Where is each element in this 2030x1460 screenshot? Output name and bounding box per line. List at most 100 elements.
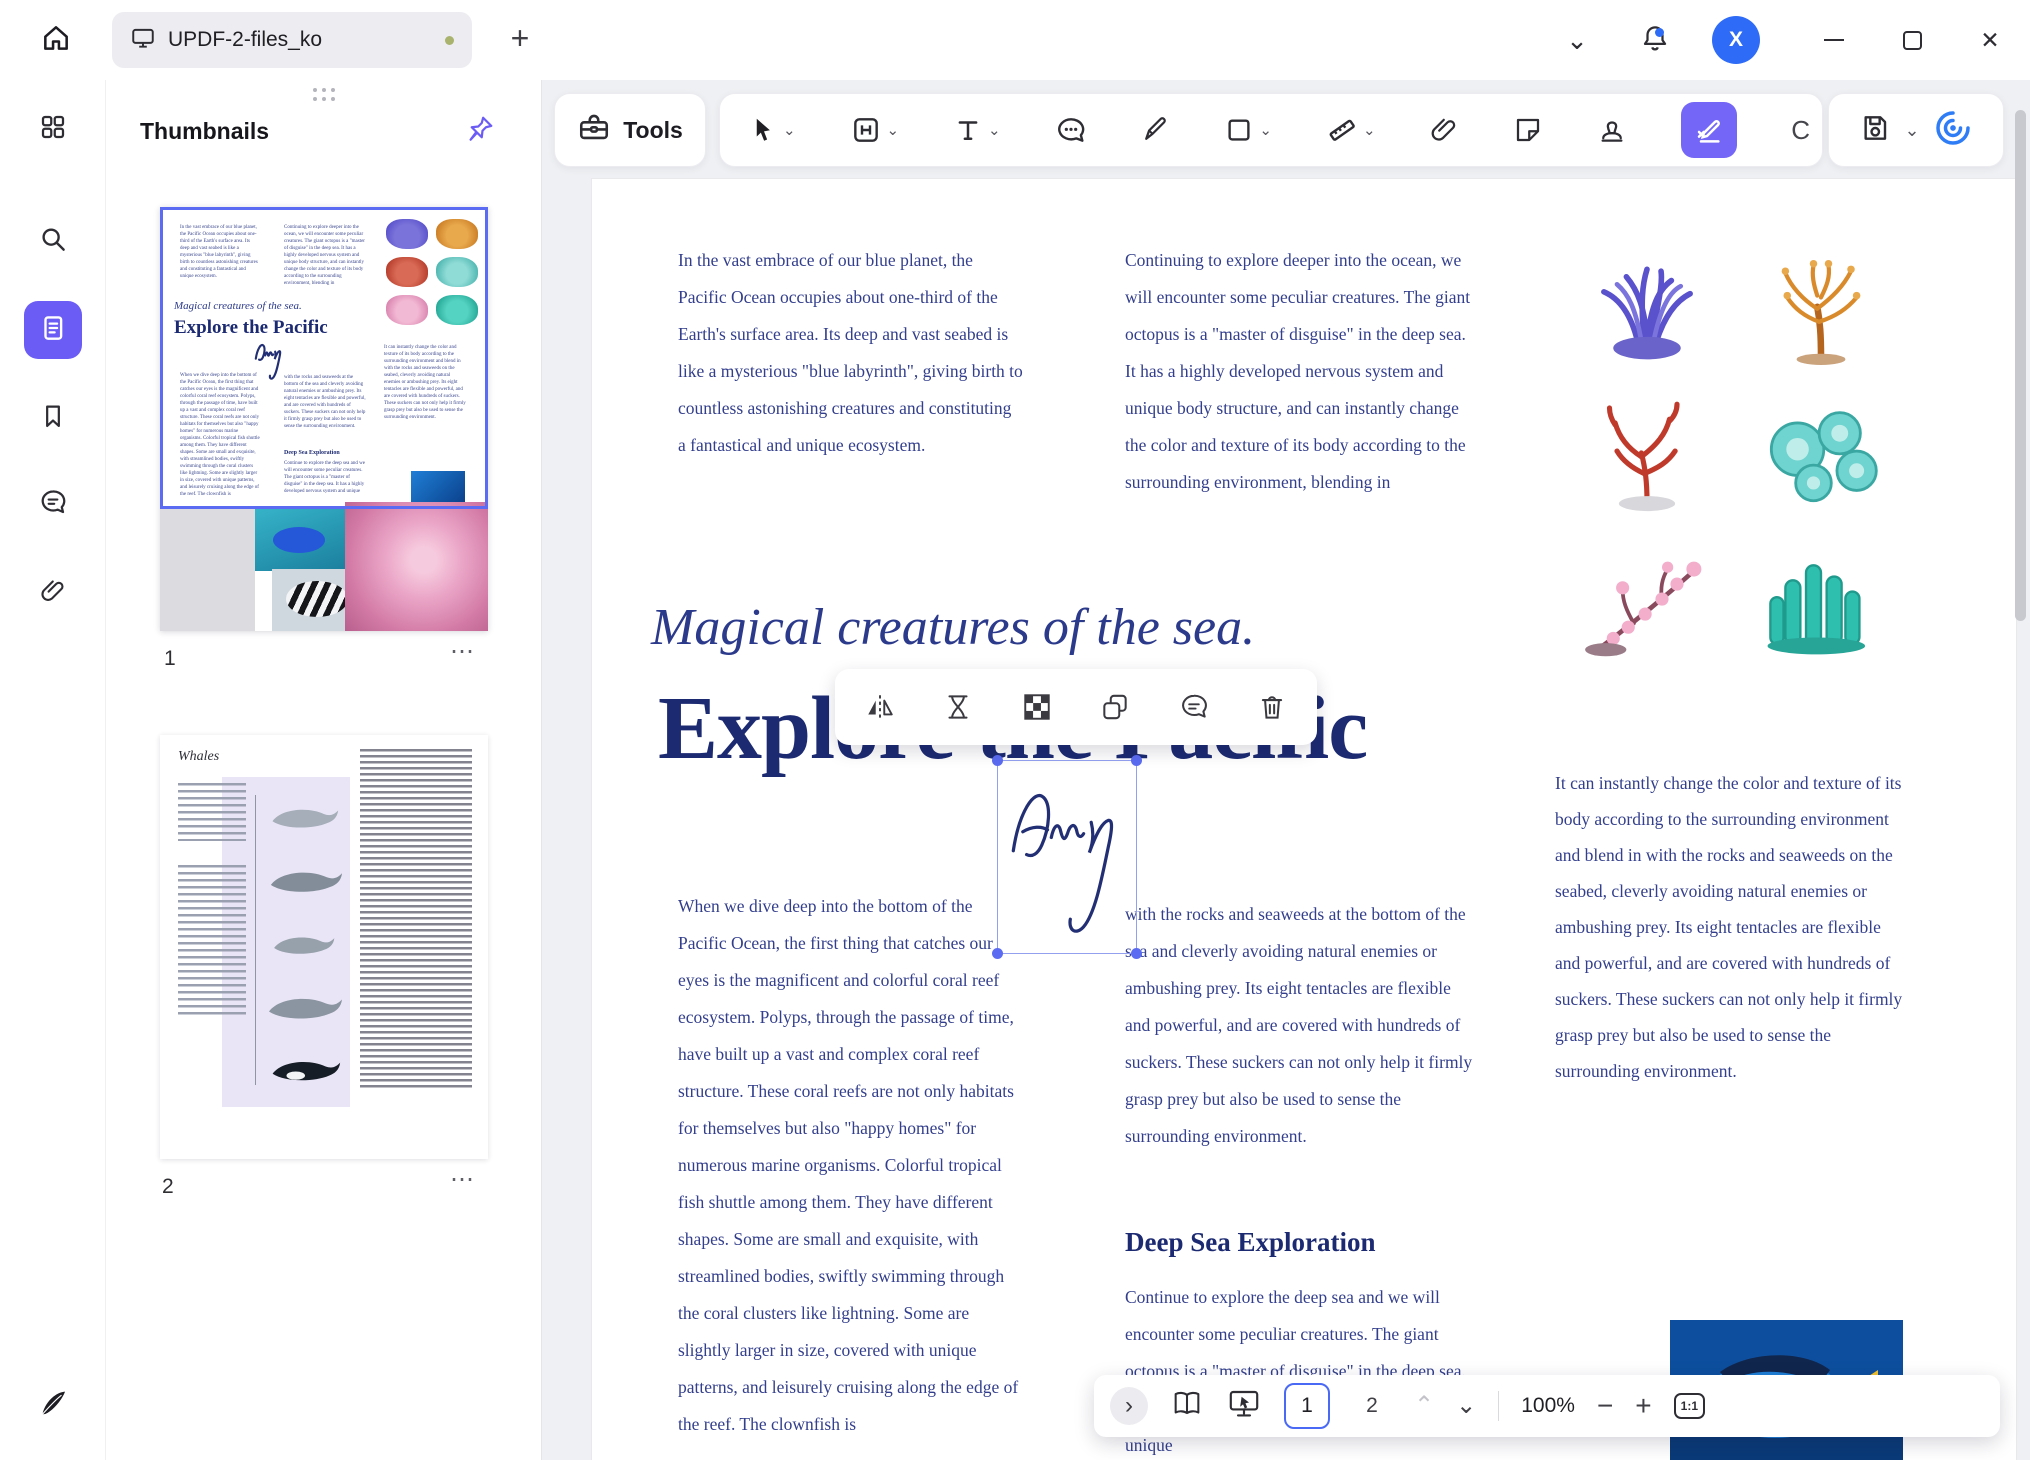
comment-button[interactable]: [1177, 690, 1211, 724]
titlebar: UPDF-2-files_ko + ⌄ X ✕: [0, 0, 2030, 80]
book-view-button[interactable]: [1170, 1387, 1204, 1426]
apps-grid-icon: [38, 112, 68, 147]
save-button[interactable]: [1859, 112, 1891, 149]
search-icon: [38, 224, 68, 259]
shape-tool[interactable]: ⌄: [1224, 115, 1272, 145]
pointer-tool[interactable]: ⌄: [748, 115, 796, 145]
text-tool[interactable]: ⌄: [953, 115, 1001, 145]
chevron-down-icon[interactable]: ⌄: [887, 123, 900, 138]
mini-korean-text-lines: [360, 749, 472, 1089]
home-button[interactable]: [30, 14, 82, 66]
maximize-button[interactable]: [1890, 18, 1934, 62]
zoom-level[interactable]: 100%: [1521, 1394, 1575, 1418]
coral-photo-teal-plates: [1741, 382, 1901, 522]
presentation-button[interactable]: [1226, 1386, 1262, 1427]
mini-timeline: [255, 795, 256, 1085]
titlebar-chevron-button[interactable]: ⌄: [1555, 18, 1599, 62]
distribute-button[interactable]: [941, 690, 975, 724]
thumbnail-viewport-indicator[interactable]: [160, 207, 488, 509]
next-page-button[interactable]: 2: [1352, 1383, 1392, 1429]
paperclip-icon: [39, 577, 67, 610]
mini-text-lines: [178, 783, 246, 841]
app-window: UPDF-2-files_ko + ⌄ X ✕: [0, 0, 2030, 1460]
paragraph-2: Continuing to explore deeper into the oc…: [1125, 242, 1480, 501]
sidebar-item-apps[interactable]: [24, 100, 82, 158]
chevron-right-icon: ›: [1125, 1394, 1133, 1418]
page-2-label: 2: [162, 1175, 174, 1199]
zoom-in-button[interactable]: +: [1635, 1392, 1651, 1420]
page-1-menu-button[interactable]: ⋯: [450, 640, 476, 664]
sidebar-item-comments[interactable]: [24, 475, 82, 533]
close-icon: ✕: [1980, 29, 1999, 52]
delete-button[interactable]: [1255, 690, 1289, 724]
minimize-icon: [1824, 39, 1844, 41]
panel-drag-handle[interactable]: [313, 88, 335, 101]
coral-image-grid: [1567, 234, 1901, 670]
page-2-thumbnail[interactable]: Whales: [160, 735, 488, 1159]
bell-icon: [1640, 23, 1670, 58]
crop-tool-partial[interactable]: C: [1791, 115, 1810, 146]
save-options-chevron[interactable]: ⌄: [1904, 121, 1919, 139]
chevron-down-icon[interactable]: ⌄: [1259, 123, 1272, 138]
signature-tool-active[interactable]: [1681, 102, 1737, 158]
previous-page-button[interactable]: ⌃: [1414, 1394, 1434, 1418]
mini-photo-pink-anemone: [345, 502, 488, 631]
sidebar-item-attachments[interactable]: [24, 564, 82, 622]
paragraph-1: In the vast embrace of our blue planet, …: [678, 242, 1023, 464]
coral-photo-orange-tree: [1741, 234, 1901, 374]
right-column-paragraph: It can instantly change the color and te…: [1555, 765, 1905, 1089]
expand-bar-button[interactable]: ›: [1110, 1387, 1148, 1425]
signature-selection-box[interactable]: [997, 760, 1137, 954]
mini-gray-block: [160, 509, 255, 631]
thumbnails-panel: Thumbnails In the vast embrace of our bl…: [106, 80, 542, 1460]
flip-button[interactable]: [863, 690, 897, 724]
duplicate-button[interactable]: [1098, 690, 1132, 724]
ai-assistant-button[interactable]: [1933, 108, 1973, 153]
stamp-tool[interactable]: [1597, 115, 1627, 145]
main-area: In the vast embrace of our blue planet, …: [542, 80, 2030, 1460]
pen-logo-icon: [36, 1386, 70, 1425]
chevron-down-icon[interactable]: ⌄: [988, 123, 1001, 138]
sidebar-item-bookmarks[interactable]: [24, 389, 82, 447]
deep-sea-heading: Deep Sea Exploration: [1125, 1227, 1376, 1258]
sticker-tool[interactable]: [1513, 115, 1543, 145]
pen-logo-button[interactable]: [24, 1376, 82, 1434]
pen-tool[interactable]: [1140, 115, 1170, 145]
measure-tool[interactable]: ⌄: [1326, 114, 1376, 146]
chevron-down-icon[interactable]: ⌄: [783, 123, 796, 138]
sidebar-item-search[interactable]: [24, 212, 82, 270]
edit-tool[interactable]: ⌄: [850, 114, 900, 146]
tools-menu-button[interactable]: Tools: [554, 93, 706, 167]
zoom-out-button[interactable]: −: [1597, 1392, 1613, 1420]
notifications-button[interactable]: [1633, 18, 1677, 62]
opacity-button[interactable]: [1020, 690, 1054, 724]
pdf-page[interactable]: In the vast embrace of our blue planet, …: [592, 179, 2016, 1460]
tab-status-dot: [445, 36, 454, 45]
page-1-thumbnail[interactable]: In the vast embrace of our blue planet, …: [160, 207, 488, 631]
document-tab[interactable]: UPDF-2-files_ko: [112, 12, 472, 68]
notification-dot: [1655, 28, 1664, 37]
sidebar-item-thumbnails[interactable]: [24, 301, 82, 359]
minimize-button[interactable]: [1812, 18, 1856, 62]
user-avatar[interactable]: X: [1712, 16, 1760, 64]
next-page-chevron-button[interactable]: ⌄: [1456, 1394, 1476, 1418]
pin-icon[interactable]: [465, 114, 495, 149]
comment-tool[interactable]: [1055, 114, 1087, 146]
chevron-down-icon: ⌄: [1566, 27, 1588, 53]
mini-photo-blue-fish: [255, 509, 345, 571]
close-button[interactable]: ✕: [1968, 18, 2012, 62]
page-2-menu-button[interactable]: ⋯: [450, 1168, 476, 1192]
bookmark-icon: [39, 402, 67, 435]
attachment-tool[interactable]: [1429, 115, 1459, 145]
current-page-input[interactable]: 1: [1284, 1383, 1330, 1429]
coral-photo-purple-anemone: [1567, 234, 1727, 374]
main-toolbar: ⌄ ⌄ ⌄ ⌄ ⌄: [719, 93, 1823, 167]
signature-ink[interactable]: [1000, 763, 1133, 954]
chevron-down-icon[interactable]: ⌄: [1363, 123, 1376, 138]
new-tab-button[interactable]: +: [498, 16, 542, 60]
toolbox-icon: [577, 111, 611, 150]
comment-bubble-icon: [38, 487, 68, 522]
coral-photo-red-branch: [1567, 382, 1727, 522]
vertical-scrollbar[interactable]: [2015, 110, 2026, 621]
actual-size-button[interactable]: 1:1: [1674, 1393, 1705, 1419]
